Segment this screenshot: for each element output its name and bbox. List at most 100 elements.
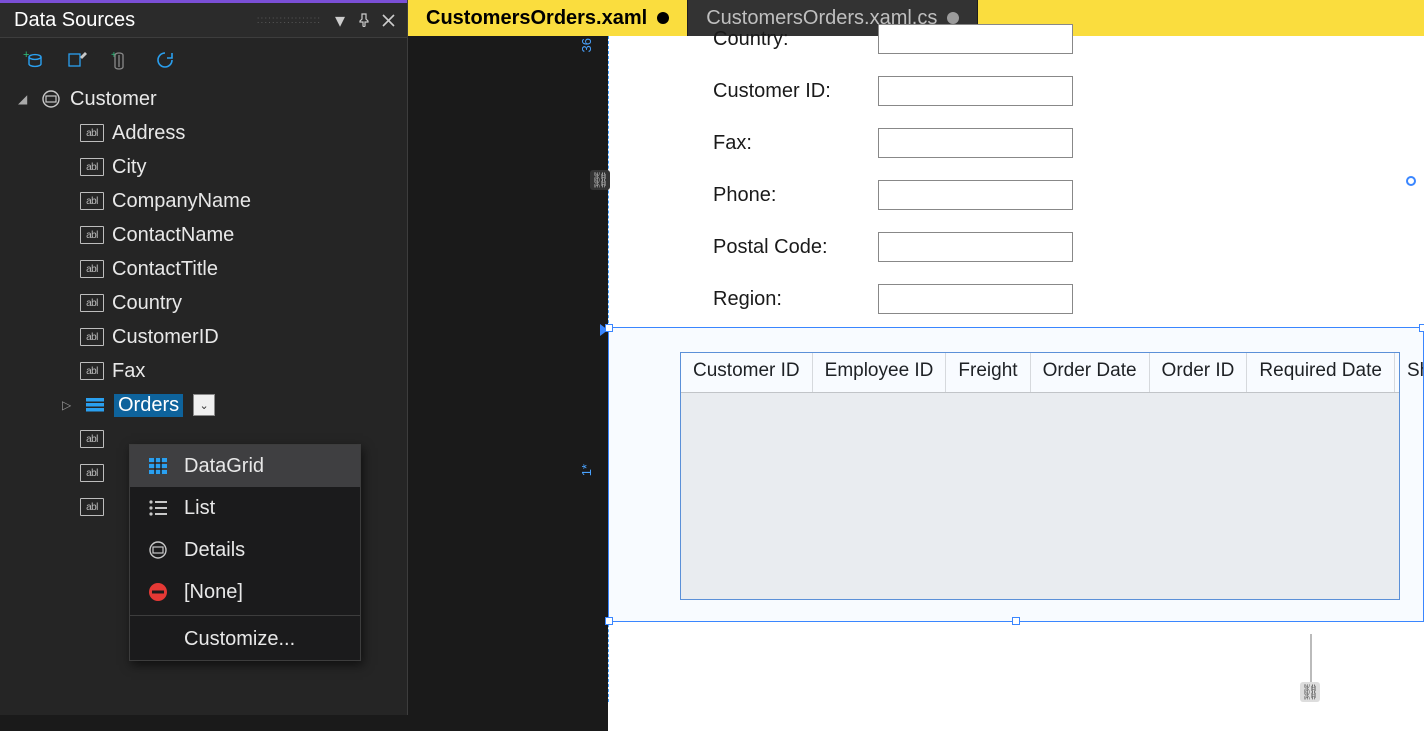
field-icon: abl (80, 294, 104, 312)
tree-label: Country (112, 292, 182, 315)
dropdown-button[interactable]: ⌄ (193, 394, 215, 416)
form-label: Customer ID: (713, 80, 878, 103)
tab-label: CustomersOrders.xaml (426, 7, 647, 30)
form-input[interactable] (878, 180, 1073, 210)
tree-label: Orders (114, 394, 183, 417)
tree-node-customer[interactable]: ◢ Customer (18, 82, 397, 116)
form-input[interactable] (878, 284, 1073, 314)
new-item-icon[interactable]: + (108, 47, 134, 73)
expand-icon[interactable]: ◢ (18, 92, 32, 106)
panel-title: Data Sources (14, 9, 251, 32)
anchor-icon[interactable]: ⛓ (1300, 682, 1320, 702)
datasource-icon (40, 88, 62, 110)
menu-label: Details (184, 539, 245, 562)
grid-column-header[interactable]: Order ID (1150, 353, 1248, 392)
anchor-line (1310, 634, 1312, 682)
menu-item-list[interactable]: List (130, 487, 360, 529)
form-row: Customer ID: (713, 76, 1073, 106)
guide-horizontal (608, 621, 1424, 622)
form-label: Postal Code: (713, 236, 878, 259)
grid-column-header[interactable]: Freight (946, 353, 1030, 392)
add-datasource-icon[interactable]: + (20, 47, 46, 73)
control-type-menu: DataGrid List Details [None] Customize..… (129, 444, 361, 661)
marker-icon[interactable] (600, 324, 608, 336)
panel-grip[interactable]: ::::::::::::::::: (257, 15, 321, 26)
tree-node-field[interactable]: abl ContactTitle (18, 252, 397, 286)
tree-node-field[interactable]: abl City (18, 150, 397, 184)
ruler-value: 36 (579, 38, 594, 52)
expand-icon[interactable]: ▷ (62, 398, 76, 412)
none-icon (146, 580, 170, 604)
xaml-designer: 36 1* Country:Customer ID:Fax:Phone:Post… (408, 36, 1424, 715)
list-icon (146, 496, 170, 520)
form-input[interactable] (878, 76, 1073, 106)
adorner-icon[interactable] (1406, 176, 1416, 186)
svg-text:+: + (111, 50, 117, 61)
tab-xaml[interactable]: CustomersOrders.xaml (408, 0, 688, 36)
form-label: Phone: (713, 184, 878, 207)
unsaved-dot-icon (657, 12, 669, 24)
tree-label: Address (112, 122, 185, 145)
form-input[interactable] (878, 232, 1073, 262)
menu-item-none[interactable]: [None] (130, 571, 360, 613)
menu-item-customize[interactable]: Customize... (130, 618, 360, 660)
details-icon (146, 538, 170, 562)
form-row: Phone: (713, 180, 1073, 210)
blank-icon (146, 627, 170, 651)
field-icon: abl (80, 328, 104, 346)
guide-vertical (608, 36, 609, 702)
panel-header: Data Sources ::::::::::::::::: ▾ (0, 0, 407, 38)
field-icon: abl (80, 158, 104, 176)
ruler: 36 1* (576, 36, 608, 731)
anchor-icon[interactable]: ⛓ (590, 170, 610, 190)
editor-area: CustomersOrders.xaml CustomersOrders.xam… (408, 0, 1424, 715)
design-canvas[interactable]: 36 1* Country:Customer ID:Fax:Phone:Post… (576, 36, 1424, 702)
design-surface[interactable]: Country:Customer ID:Fax:Phone:Postal Cod… (608, 36, 1424, 731)
menu-item-datagrid[interactable]: DataGrid (130, 445, 360, 487)
dropdown-icon[interactable]: ▾ (329, 9, 351, 31)
dataset-icon (84, 394, 106, 416)
form-label: Fax: (713, 132, 878, 155)
field-icon: abl (80, 226, 104, 244)
menu-item-details[interactable]: Details (130, 529, 360, 571)
grid-column-header[interactable]: Ship (1395, 353, 1424, 392)
field-icon: abl (80, 192, 104, 210)
form-input[interactable] (878, 24, 1073, 54)
tree-node-orders[interactable]: ▷ Orders ⌄ (18, 388, 397, 422)
field-icon: abl (80, 498, 104, 516)
close-icon[interactable] (377, 9, 399, 31)
datagrid-control[interactable]: Customer IDEmployee IDFreightOrder DateO… (680, 352, 1400, 600)
tree-label: CustomerID (112, 326, 219, 349)
form-row: Region: (713, 284, 1073, 314)
grid-column-header[interactable]: Customer ID (681, 353, 813, 392)
grid-column-header[interactable]: Required Date (1247, 353, 1395, 392)
form-row: Fax: (713, 128, 1073, 158)
datagrid-header: Customer IDEmployee IDFreightOrder DateO… (681, 353, 1399, 393)
tree-node-field[interactable]: ablAddress (18, 116, 397, 150)
form-input[interactable] (878, 128, 1073, 158)
refresh-icon[interactable] (152, 47, 178, 73)
tree-label: City (112, 156, 146, 179)
datagrid-icon (146, 454, 170, 478)
field-icon: abl (80, 362, 104, 380)
edit-datasource-icon[interactable] (64, 47, 90, 73)
field-icon: abl (80, 260, 104, 278)
field-icon: abl (80, 430, 104, 448)
menu-label: List (184, 497, 215, 520)
form-label: Region: (713, 288, 878, 311)
ruler-value: 1* (579, 464, 594, 476)
unsaved-dot-icon (947, 12, 959, 24)
tree-label: ContactTitle (112, 258, 218, 281)
grid-column-header[interactable]: Order Date (1031, 353, 1150, 392)
pin-icon[interactable] (353, 9, 375, 31)
tree-node-field[interactable]: ablFax (18, 354, 397, 388)
tree-node-field[interactable]: abl CustomerID (18, 320, 397, 354)
menu-separator (130, 615, 360, 616)
menu-label: Customize... (184, 628, 295, 651)
tree-node-field[interactable]: ablCompanyName (18, 184, 397, 218)
tree-label: Customer (70, 88, 157, 111)
tree-node-field[interactable]: ablContactName (18, 218, 397, 252)
grid-column-header[interactable]: Employee ID (813, 353, 947, 392)
menu-label: [None] (184, 581, 243, 604)
tree-node-field[interactable]: abl Country (18, 286, 397, 320)
